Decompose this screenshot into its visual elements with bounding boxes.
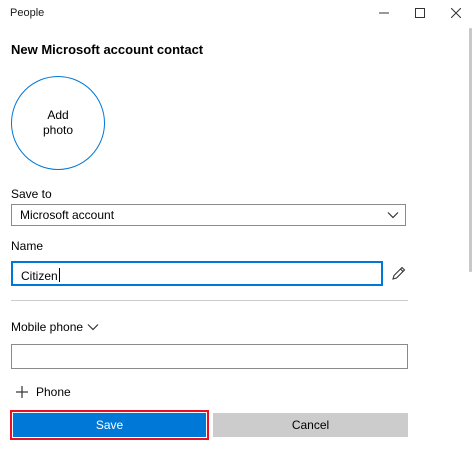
- save-to-dropdown[interactable]: Microsoft account: [11, 204, 406, 226]
- close-icon: [451, 8, 461, 18]
- maximize-button[interactable]: [402, 0, 438, 26]
- maximize-icon: [415, 8, 425, 18]
- app-title: People: [10, 7, 45, 19]
- phone-type-label: Mobile phone: [11, 320, 84, 334]
- text-caret: [58, 268, 60, 282]
- pencil-icon[interactable]: [391, 265, 407, 281]
- close-button[interactable]: [438, 0, 474, 26]
- chevron-down-icon: [87, 324, 99, 331]
- minimize-icon: [379, 12, 389, 14]
- name-field-value: Citizen: [21, 268, 60, 283]
- section-divider: [11, 300, 408, 301]
- chevron-down-icon: [387, 212, 399, 219]
- name-value-text: Citizen: [21, 269, 58, 283]
- scrollbar[interactable]: [469, 28, 472, 272]
- title-bar: People: [0, 0, 474, 26]
- cancel-button[interactable]: Cancel: [213, 413, 408, 437]
- minimize-button[interactable]: [366, 0, 402, 26]
- name-label: Name: [11, 239, 44, 253]
- add-phone-label: Phone: [36, 385, 71, 399]
- add-photo-label-line1: Add: [47, 108, 69, 122]
- add-phone-button[interactable]: Phone: [16, 385, 71, 399]
- save-to-label: Save to: [11, 187, 52, 201]
- save-button[interactable]: Save: [13, 413, 206, 437]
- name-field[interactable]: Citizen: [11, 261, 383, 286]
- phone-input[interactable]: [11, 344, 408, 369]
- plus-icon: [16, 386, 28, 398]
- page-title: New Microsoft account contact: [11, 42, 204, 57]
- add-photo-button[interactable]: Add photo: [11, 76, 105, 170]
- add-photo-label-line2: photo: [42, 123, 74, 137]
- phone-type-dropdown[interactable]: Mobile phone: [11, 320, 99, 334]
- save-to-selected: Microsoft account: [20, 208, 115, 222]
